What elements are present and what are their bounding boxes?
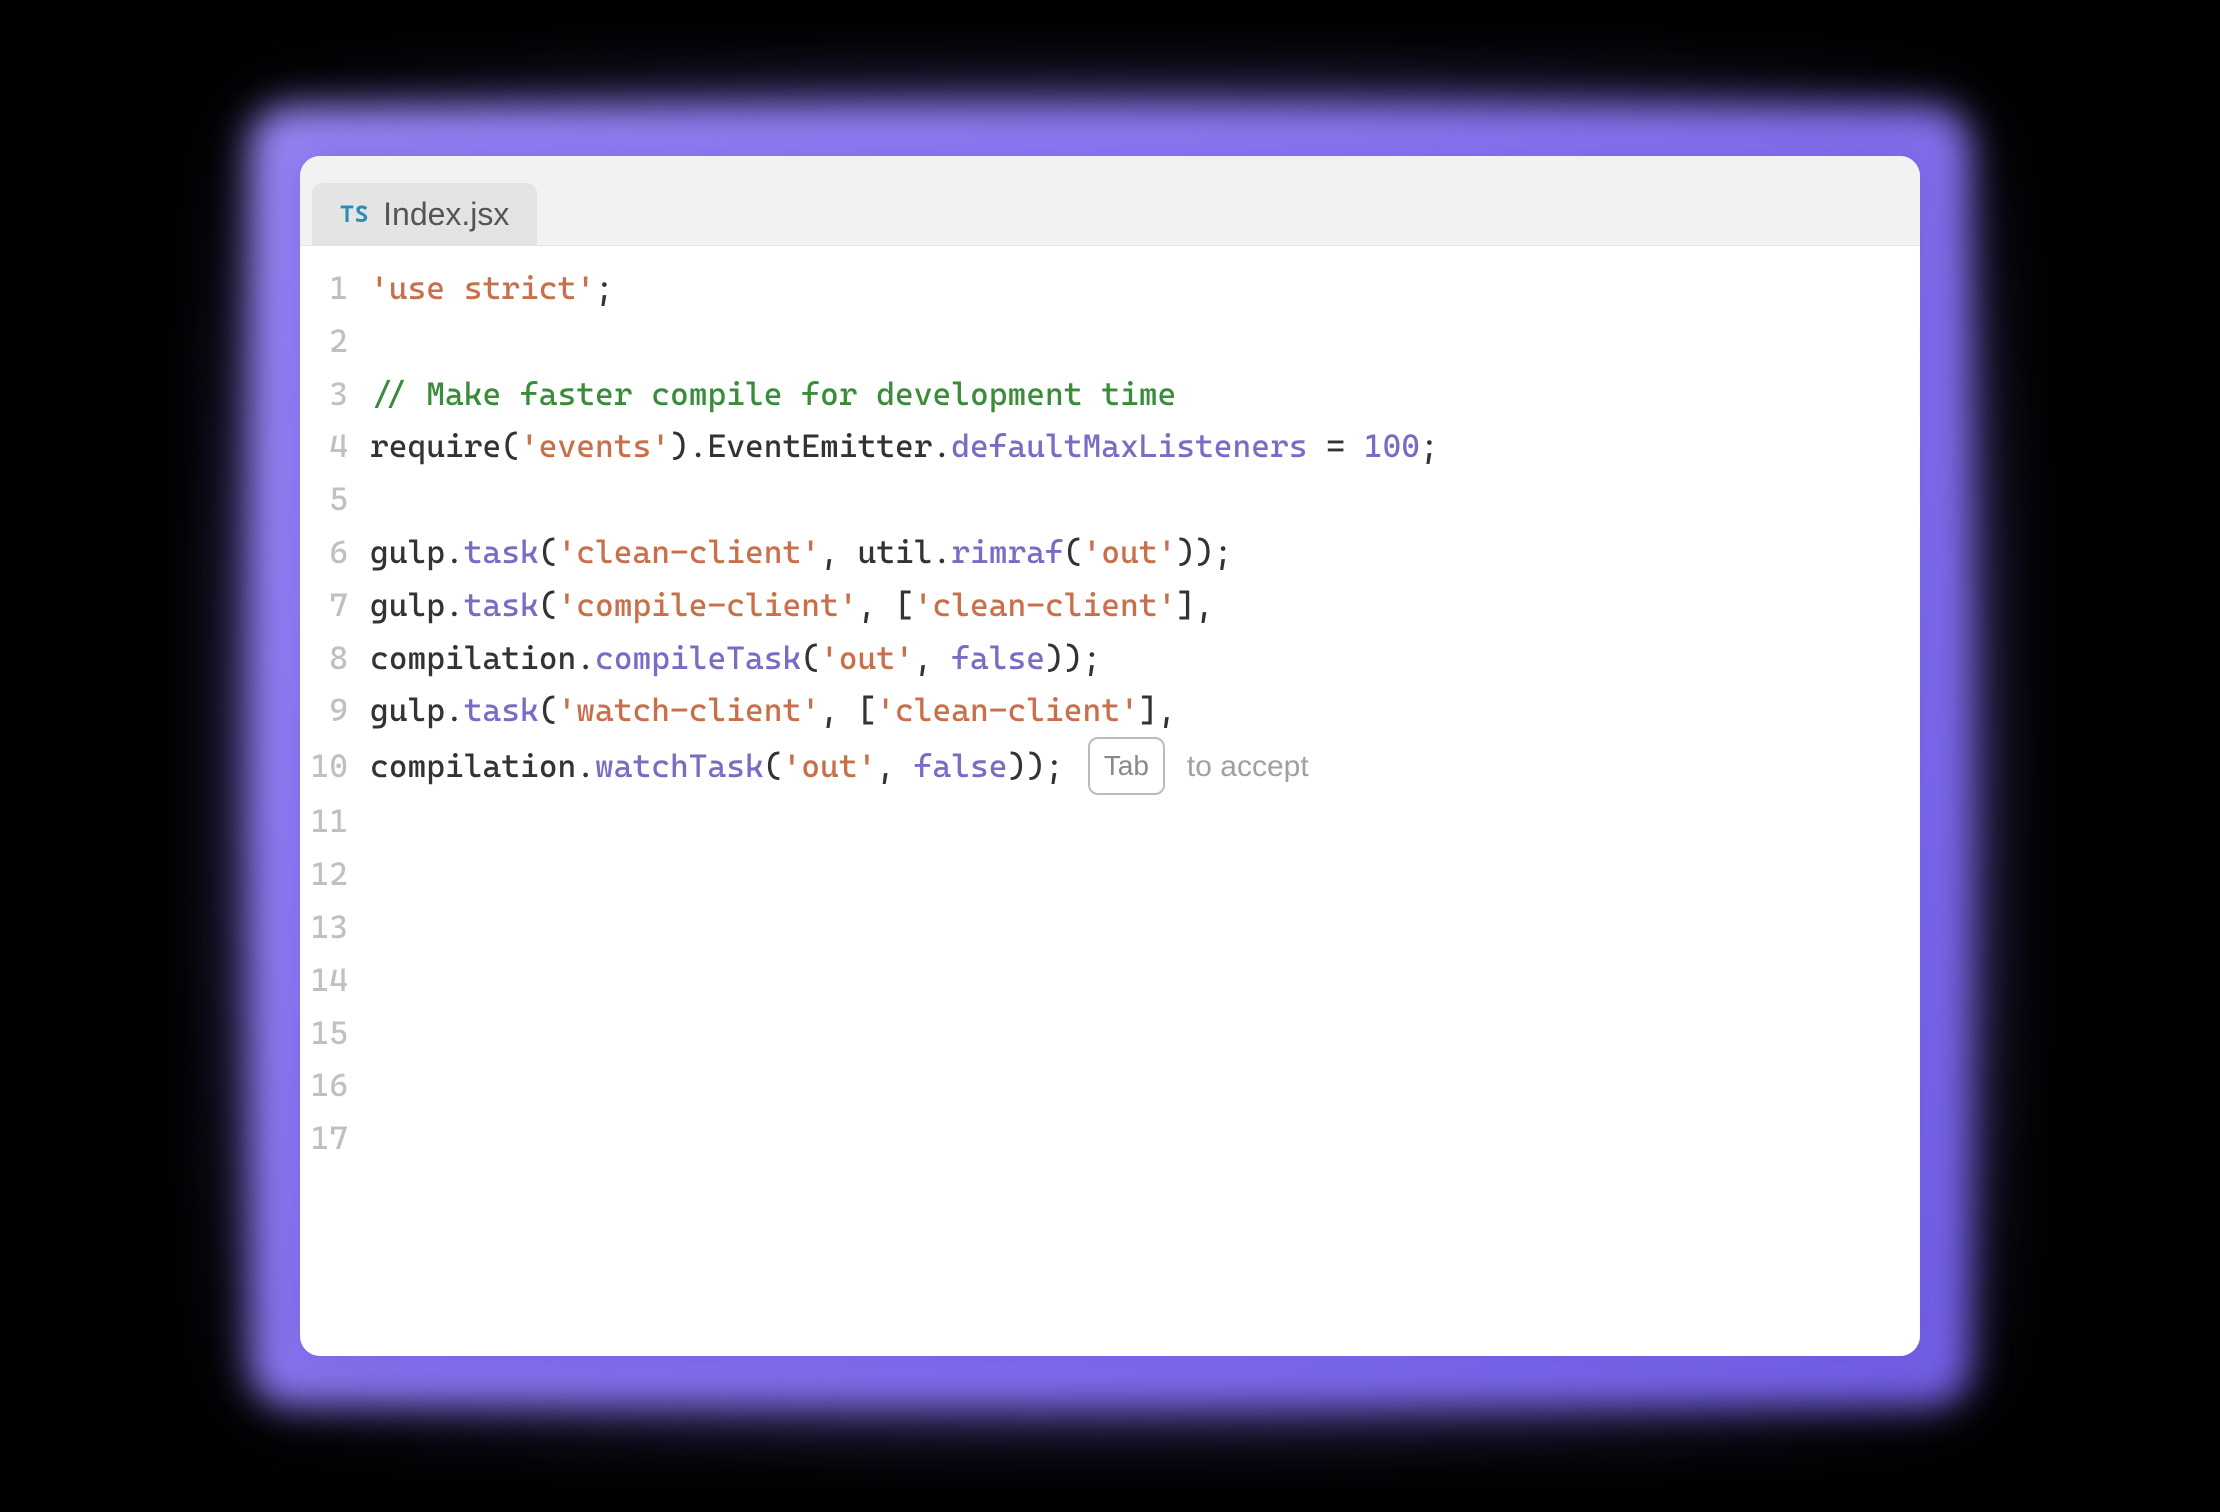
line-number: 16 [300, 1059, 370, 1112]
code-line: 11 [300, 795, 1920, 848]
code-line: 16 [300, 1059, 1920, 1112]
code-content: require('events').EventEmitter.defaultMa… [370, 420, 1439, 473]
line-number: 6 [300, 526, 370, 579]
line-number: 10 [300, 740, 370, 793]
code-line: 14 [300, 954, 1920, 1007]
code-area[interactable]: 1 'use strict'; 2 3 // Make faster compi… [300, 246, 1920, 1165]
code-content: compilation.watchTask('out', false)); [370, 740, 1064, 793]
line-number: 15 [300, 1007, 370, 1060]
code-editor: TS Index.jsx 1 'use strict'; 2 3 // Make… [300, 156, 1920, 1356]
line-number: 13 [300, 901, 370, 954]
line-number: 9 [300, 684, 370, 737]
line-number: 2 [300, 315, 370, 368]
line-number: 3 [300, 368, 370, 421]
code-content: compilation.compileTask('out', false)); [370, 632, 1101, 685]
line-number: 8 [300, 632, 370, 685]
line-number: 7 [300, 579, 370, 632]
code-line: 1 'use strict'; [300, 262, 1920, 315]
tab-key-hint[interactable]: Tab [1088, 737, 1165, 795]
code-line: 7 gulp.task('compile-client', ['clean-cl… [300, 579, 1920, 632]
line-number: 14 [300, 954, 370, 1007]
code-content: gulp.task('compile-client', ['clean-clie… [370, 579, 1214, 632]
suggestion-line: compilation.watchTask('out', false)); Ta… [370, 737, 1309, 795]
code-content: 'use strict'; [370, 262, 614, 315]
line-number: 12 [300, 848, 370, 901]
typescript-icon: TS [340, 200, 369, 228]
tab-bar: TS Index.jsx [300, 156, 1920, 246]
code-line: 9 gulp.task('watch-client', ['clean-clie… [300, 684, 1920, 737]
line-number: 17 [300, 1112, 370, 1165]
code-line: 13 [300, 901, 1920, 954]
code-line: 6 gulp.task('clean-client', util.rimraf(… [300, 526, 1920, 579]
code-content: // Make faster compile for development t… [370, 368, 1176, 421]
code-content: gulp.task('clean-client', util.rimraf('o… [370, 526, 1233, 579]
code-line: 12 [300, 848, 1920, 901]
accept-hint-text: to accept [1187, 742, 1309, 792]
code-line: 3 // Make faster compile for development… [300, 368, 1920, 421]
code-line: 4 require('events').EventEmitter.default… [300, 420, 1920, 473]
line-number: 1 [300, 262, 370, 315]
code-line: 8 compilation.compileTask('out', false))… [300, 632, 1920, 685]
code-line: 5 [300, 473, 1920, 526]
line-number: 5 [300, 473, 370, 526]
code-line: 10 compilation.watchTask('out', false));… [300, 737, 1920, 795]
code-content: gulp.task('watch-client', ['clean-client… [370, 684, 1176, 737]
editor-glow-wrapper: TS Index.jsx 1 'use strict'; 2 3 // Make… [220, 76, 2000, 1436]
tab-filename: Index.jsx [383, 196, 509, 233]
line-number: 4 [300, 420, 370, 473]
code-line: 15 [300, 1007, 1920, 1060]
line-number: 11 [300, 795, 370, 848]
file-tab[interactable]: TS Index.jsx [312, 183, 537, 245]
code-line: 2 [300, 315, 1920, 368]
code-line: 17 [300, 1112, 1920, 1165]
